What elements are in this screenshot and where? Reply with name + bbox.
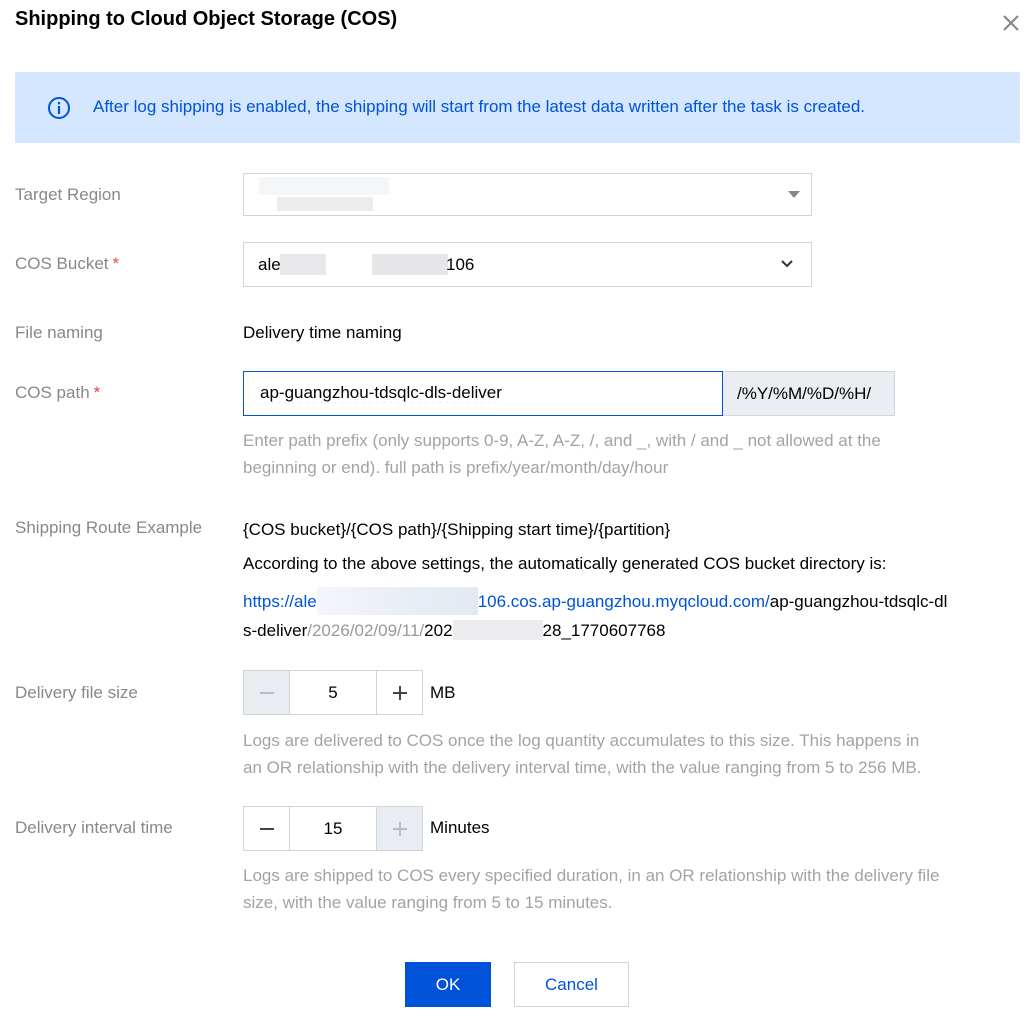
file-size-label: Delivery file size <box>15 683 138 702</box>
close-icon[interactable] <box>998 10 1024 36</box>
route-url-line2: s-deliver/2026/02/09/11/202 28_1770607768 <box>243 620 665 641</box>
redacted-bucket-1 <box>280 254 326 275</box>
route-url-host: 106.cos.ap-guangzhou.myqcloud.com/ <box>477 592 770 611</box>
route-pattern: {COS bucket}/{COS path}/{Shipping start … <box>243 520 671 539</box>
file-size-value[interactable]: 5 <box>289 671 377 714</box>
route-path-part1: ap-guangzhou-tdsqlc-dl <box>769 592 948 611</box>
cos-bucket-value-end: 106 <box>446 255 475 274</box>
interval-decrease-button[interactable] <box>244 807 289 850</box>
route-path-part2: s-deliver <box>243 621 308 640</box>
cos-path-label: COS path * <box>15 383 101 402</box>
file-size-decrease-button[interactable] <box>244 671 289 714</box>
plus-icon <box>392 685 407 700</box>
cos-path-suffix: /%Y/%M/%D/%H/ <box>723 371 895 416</box>
cos-bucket-label: COS Bucket * <box>15 254 120 273</box>
cos-path-help: Enter path prefix (only supports 0-9, A-… <box>243 427 983 481</box>
cos-path-help-line2: beginning or end). full path is prefix/y… <box>243 458 669 477</box>
dialog-title: Shipping to Cloud Object Storage (COS) <box>15 8 398 30</box>
target-region-label: Target Region <box>15 185 121 204</box>
route-url-line1: https://ale 106.cos.ap-guangzhou.myqcloud… <box>243 587 947 615</box>
interval-help: Logs are shipped to COS every specified … <box>243 862 983 916</box>
redacted-url <box>316 587 478 615</box>
route-description: According to the above settings, the aut… <box>243 554 887 573</box>
interval-help-line2: size, with the value ranging from 5 to 1… <box>243 893 613 912</box>
ok-button[interactable]: OK <box>405 962 491 1007</box>
file-size-stepper[interactable]: 5 <box>243 670 423 715</box>
interval-unit: Minutes <box>430 818 490 837</box>
interval-label: Delivery interval time <box>15 818 173 837</box>
redacted-region-value <box>259 177 389 195</box>
cos-bucket-value-start: ale <box>258 255 281 274</box>
file-naming-label: File naming <box>15 323 103 342</box>
interval-value[interactable]: 15 <box>289 807 377 850</box>
minus-icon <box>259 691 274 694</box>
redacted-file <box>452 620 543 640</box>
file-naming-value: Delivery time naming <box>243 323 402 342</box>
cancel-button[interactable]: Cancel <box>514 962 629 1007</box>
cos-bucket-select[interactable]: ale 106 <box>243 242 812 287</box>
plus-icon <box>392 821 407 836</box>
target-region-select[interactable] <box>243 173 812 216</box>
interval-increase-button[interactable] <box>377 807 422 850</box>
file-size-unit: MB <box>430 683 456 702</box>
info-icon <box>48 97 70 119</box>
route-file-start: 202 <box>424 621 453 640</box>
file-size-help: Logs are delivered to COS once the log q… <box>243 727 983 781</box>
chevron-down-icon <box>781 260 793 268</box>
cos-path-input[interactable] <box>258 372 702 414</box>
file-size-help-line2: an OR relationship with the delivery int… <box>243 758 922 777</box>
route-date-part: /2026/02/09/11/ <box>307 621 425 640</box>
file-size-increase-button[interactable] <box>377 671 422 714</box>
redacted-region-value-2 <box>277 197 373 211</box>
interval-stepper[interactable]: 15 <box>243 806 423 851</box>
file-size-help-line1: Logs are delivered to COS once the log q… <box>243 731 920 750</box>
info-banner-text: After log shipping is enabled, the shipp… <box>93 97 866 116</box>
interval-help-line1: Logs are shipped to COS every specified … <box>243 866 940 885</box>
redacted-bucket-2 <box>372 254 448 275</box>
minus-icon <box>259 827 274 830</box>
caret-down-icon <box>788 191 800 198</box>
cos-path-help-line1: Enter path prefix (only supports 0-9, A-… <box>243 431 881 450</box>
route-example-label: Shipping Route Example <box>15 518 203 537</box>
route-file-end: 28_1770607768 <box>542 621 666 640</box>
cos-path-input-wrapper[interactable] <box>243 371 723 416</box>
route-url-start: https://ale <box>243 592 317 611</box>
